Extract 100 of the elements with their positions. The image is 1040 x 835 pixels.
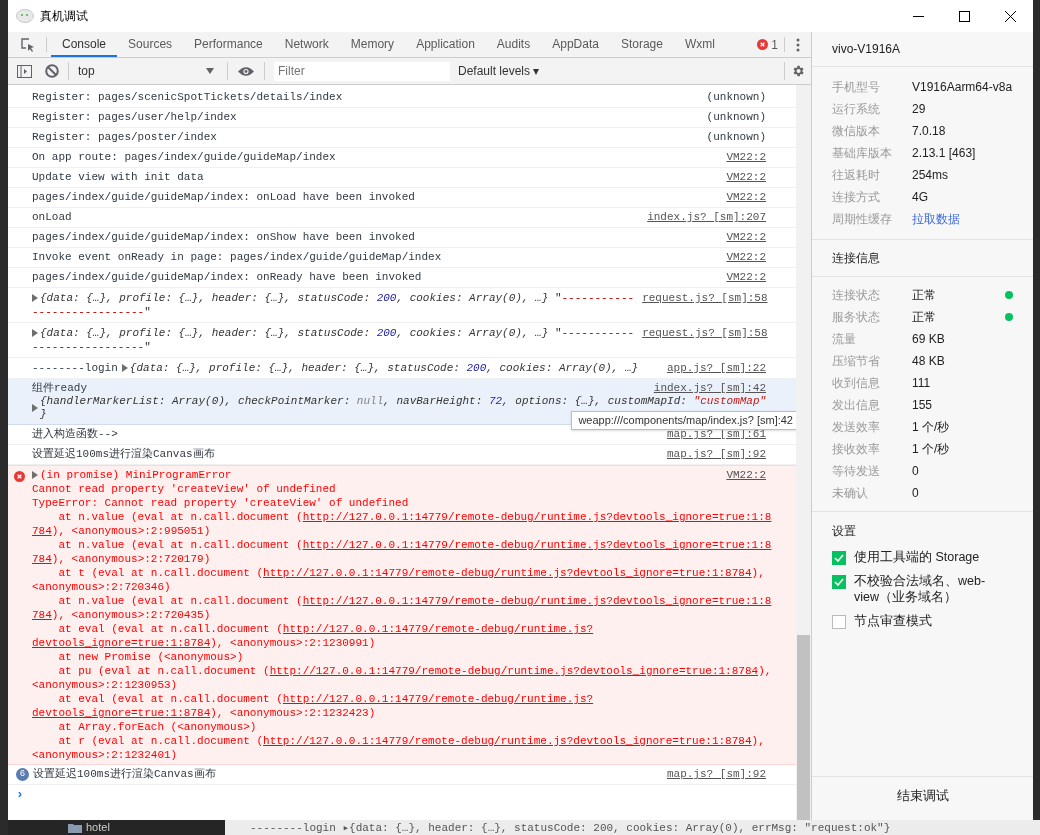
object-preview: {data: {…}, profile: {…}, header: {…}, statusCode: 200, cookies: Array(0), …} "----------- [40, 291, 635, 305]
repeat-count-badge: 6 [16, 768, 29, 781]
stack-trace-line: <anonymous>:2:1232401) [32, 748, 178, 762]
stack-trace-line: <anonymous>:2:720346) [32, 580, 171, 594]
stack-trace-line: 784), <anonymous>:2:995051) [32, 524, 211, 538]
stack-trace-line: at r (eval at n.call.document (http://127.0.0.1:14779/remote-debug/runtime.js?devtools_ignore=true:1:8784), [57, 734, 765, 748]
log-message: Invoke event onReady in page: pages/index/guide/guideMap/index [32, 250, 442, 266]
scrollbar[interactable] [796, 85, 811, 820]
source-link[interactable]: VM22:2 [726, 149, 766, 166]
stack-trace-line: at pu (eval at n.call.document (http://127.0.0.1:14779/remote-debug/runtime.js?devtools_ignore=true:1:8784), [57, 664, 772, 678]
log-message: Register: pages/scenicSpotTickets/details/index [32, 90, 343, 106]
stack-trace-line: TypeError: Cannot read property 'createView' of undefined [32, 496, 409, 510]
stack-trace-line: Cannot read property 'createView' of undefined [32, 482, 336, 496]
info-label: 连接方式 [832, 189, 881, 206]
devtools-tab[interactable]: Wxml [673, 32, 726, 57]
source-link[interactable]: VM22:2 [726, 169, 766, 186]
source-link[interactable]: VM22:2 [726, 229, 766, 246]
maximize-icon[interactable] [958, 10, 970, 22]
info-value: 0 [912, 463, 920, 480]
object-preview: -----------------" [32, 340, 151, 354]
devtools-tab[interactable]: Application [405, 32, 486, 57]
devtools-tab[interactable]: Sources [117, 32, 184, 57]
source-link[interactable]: VM22:2 [726, 189, 766, 206]
source-link[interactable]: map.js? [sm]:92 [666, 446, 766, 463]
stack-trace-line: at Array.forEach (<anonymous>) [57, 720, 257, 734]
log-levels-dropdown[interactable]: Default levels ▾ [458, 62, 540, 80]
checkbox-label: 节点审查模式 [854, 613, 933, 629]
info-value: 111 [912, 375, 932, 392]
stack-trace-line: at eval (eval at n.call.document (http://127.0.0.1:14779/remote-debug/runtime.js? [57, 692, 594, 706]
source-label: (unknown) [706, 110, 766, 126]
source-link[interactable]: map.js? [sm]:92 [666, 766, 766, 783]
console-prompt: › [16, 786, 24, 804]
info-value: 正常 [912, 309, 937, 326]
info-label: 服务状态 [832, 309, 881, 326]
info-label: 发送效率 [832, 419, 881, 436]
log-message: pages/index/guide/guideMap/index: onLoad have been invoked [32, 190, 415, 206]
object-preview: {handlerMarkerList: Array(0), checkPointMarker: null, navBarHeight: 72, options: {…}, customMapId: "customMap" [40, 395, 767, 408]
stack-trace-line: at n.value (eval at n.call.document (http://127.0.0.1:14779/remote-debug/runtime.js?devtools_ignore=true:1:8 [57, 538, 772, 552]
fetch-data-link[interactable]: 拉取数据 [912, 210, 960, 228]
source-link[interactable]: VM22:2 [726, 269, 766, 286]
devtools-tab[interactable]: Audits [485, 32, 542, 57]
expand-caret-icon[interactable] [32, 294, 38, 302]
devtools-tab[interactable]: Network [273, 32, 340, 57]
stack-trace-line: at t (eval at n.call.document (http://127.0.0.1:14779/remote-debug/runtime.js?devtools_ignore=true:1:8784), [57, 566, 765, 580]
log-message: 组件ready [32, 382, 87, 395]
info-value: 48 KB [912, 353, 946, 370]
source-link[interactable]: index.js? [sm]:207 [647, 209, 766, 226]
expand-caret-icon[interactable] [32, 471, 38, 479]
close-icon[interactable] [1004, 10, 1016, 22]
eye-icon[interactable] [237, 65, 255, 77]
log-message: 进入构造函数--> [32, 427, 118, 443]
devtools-tab[interactable]: Storage [609, 32, 674, 57]
info-value: 69 KB [912, 331, 946, 348]
checkbox[interactable] [832, 615, 846, 629]
info-label: 未确认 [832, 485, 869, 502]
info-label: 手机型号 [832, 79, 881, 96]
error-icon [757, 39, 769, 50]
source-link[interactable]: app.js? [sm]:22 [666, 361, 766, 375]
object-preview: {data: {…}, profile: {…}, header: {…}, statusCode: 200, cookies: Array(0), …} "----------- [40, 326, 635, 340]
log-message: 设置延迟100ms进行渲染Canvas画布 [32, 447, 215, 463]
log-message: Update view with init data [32, 170, 204, 186]
log-message: pages/index/guide/guideMap/index: onShow have been invoked [32, 230, 415, 246]
source-label: (unknown) [706, 90, 766, 106]
section-title: 设置 [832, 522, 856, 540]
stack-trace-line: 784), <anonymous>:2:720435) [32, 608, 211, 622]
expand-caret-icon[interactable] [32, 329, 38, 337]
device-name: vivo-V1916A [832, 41, 901, 58]
devtools-tab[interactable]: Memory [339, 32, 406, 57]
info-value: V1916Aarm64-v8a [912, 79, 1013, 96]
log-message: --------login [32, 361, 118, 375]
info-value: 254ms [912, 167, 949, 184]
checkbox[interactable] [832, 551, 846, 565]
stack-trace-line: at new Promise (<anonymous>) [57, 650, 244, 664]
window-title: 真机调试 [40, 8, 88, 25]
info-label: 往返耗时 [832, 167, 881, 184]
expand-caret-icon[interactable] [121, 364, 128, 372]
source-link[interactable]: request.js? [sm]:58 [642, 326, 768, 354]
source-link[interactable]: VM22:2 [726, 468, 766, 482]
context-select[interactable]: top [78, 62, 218, 80]
source-link[interactable]: request.js? [sm]:58 [642, 291, 768, 319]
app-logo-icon [16, 9, 34, 23]
stack-trace-line: devtools_ignore=true:1:8784), <anonymous>:2:1232423) [32, 706, 376, 720]
log-message: onLoad [32, 210, 72, 226]
info-value: 4G [912, 189, 928, 206]
info-label: 收到信息 [832, 375, 881, 392]
expand-caret-icon[interactable] [32, 404, 38, 412]
log-message: On app route: pages/index/guide/guideMap/index [32, 150, 336, 166]
end-debug-button[interactable]: 结束调试 [812, 776, 1033, 816]
filter-field[interactable]: Filter [274, 61, 450, 81]
devtools-tab[interactable]: Performance [183, 32, 274, 57]
info-label: 流量 [832, 331, 857, 348]
sidebar-toggle-icon[interactable] [16, 63, 32, 79]
stack-trace-line: <anonymous>:2:1230953) [32, 678, 178, 692]
folder-icon [68, 822, 82, 833]
error-icon [14, 471, 25, 482]
clear-console-icon[interactable] [45, 64, 59, 78]
source-link[interactable]: index.js? [sm]:42 [653, 382, 766, 395]
source-link[interactable]: VM22:2 [726, 249, 766, 266]
checkbox[interactable] [832, 575, 846, 589]
devtools-tab[interactable]: AppData [541, 32, 610, 57]
